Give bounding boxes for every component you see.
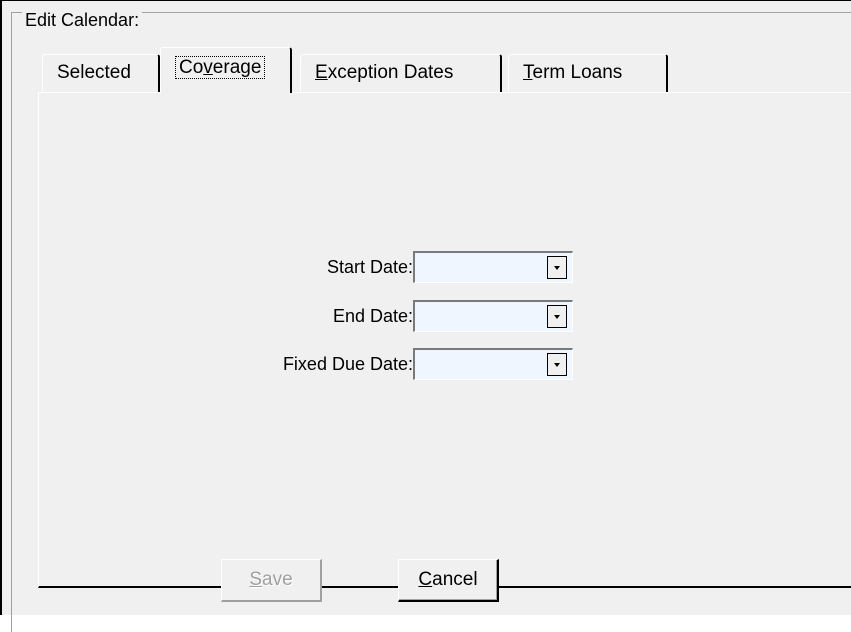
fixed-due-date-row: Fixed Due Date:: [39, 348, 599, 380]
save-button-label: Save: [249, 569, 292, 590]
start-date-dropdown-button[interactable]: [547, 256, 567, 279]
dropdown-arrow-icon: [554, 265, 560, 270]
start-date-label: Start Date:: [326, 257, 413, 277]
end-date-label: End Date:: [332, 306, 413, 326]
cancel-mnemonic: C: [418, 569, 433, 590]
dropdown-arrow-icon: [554, 362, 560, 367]
tab-selected[interactable]: Selected: [42, 54, 160, 93]
end-date-dropdown-button[interactable]: [547, 305, 567, 328]
tab-coverage[interactable]: Coverage: [160, 47, 292, 93]
cancel-button-label: Cancel: [418, 569, 477, 590]
start-date-row: Start Date:: [39, 251, 599, 283]
fixed-due-date-label: Fixed Due Date:: [282, 354, 413, 374]
tab-selected-label: Selected: [57, 62, 131, 83]
fixed-due-date-dropdown-button[interactable]: [547, 353, 567, 376]
tab-coverage-label-rest: erage: [212, 57, 262, 78]
tab-exception-dates[interactable]: Exception Dates: [300, 54, 502, 93]
cancel-button[interactable]: Cancel: [398, 559, 499, 602]
tab-coverage-focus: Coverage: [175, 56, 266, 79]
dropdown-arrow-icon: [554, 314, 560, 319]
save-label-rest: ave: [262, 569, 293, 590]
tab-term-loans[interactable]: Term Loans: [508, 54, 668, 93]
fixed-due-date-combo[interactable]: [413, 348, 573, 380]
coverage-tab-panel: Start Date: End Date: Fixed Due Date:: [38, 92, 851, 588]
group-title: Edit Calendar:: [22, 9, 143, 31]
end-date-row: End Date:: [39, 300, 599, 332]
cancel-label-rest: ancel: [432, 569, 478, 590]
edit-calendar-window: Edit Calendar: Selected Coverage Excepti…: [0, 0, 851, 632]
tab-exception-dates-label: xception Dates: [327, 62, 454, 83]
tab-strip: Selected Coverage Exception Dates Term L…: [38, 47, 851, 93]
start-date-combo[interactable]: [413, 251, 573, 283]
end-date-combo[interactable]: [413, 300, 573, 332]
tab-term-loans-mnemonic: T: [523, 62, 533, 83]
tab-coverage-mnemonic: v: [203, 57, 213, 78]
save-mnemonic: S: [249, 569, 263, 590]
save-button[interactable]: Save: [221, 559, 322, 602]
tab-coverage-label-pre: Co: [179, 57, 204, 78]
tab-term-loans-label: erm Loans: [532, 62, 623, 83]
tab-exception-dates-mnemonic: E: [315, 62, 328, 83]
